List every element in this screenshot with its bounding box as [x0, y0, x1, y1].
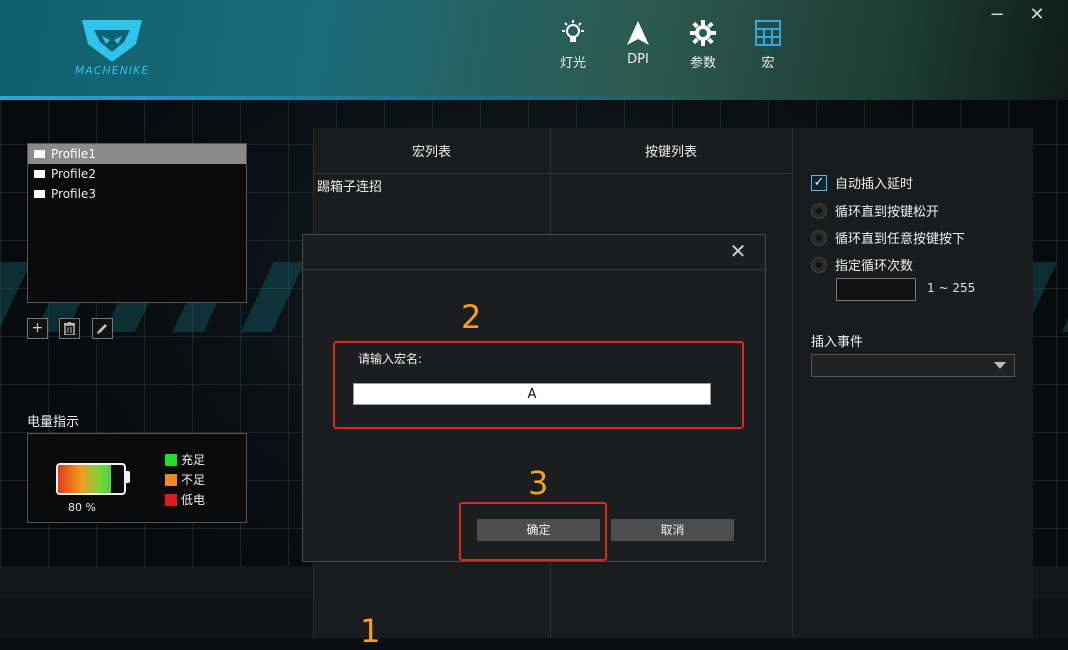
legend-critical: 低电 — [165, 491, 205, 508]
loop-until-any-key-label: 循环直到任意按键按下 — [835, 232, 966, 247]
profile-label: Profile1 — [51, 147, 96, 161]
folder-icon — [34, 190, 45, 198]
loop-until-release-radio[interactable] — [811, 202, 827, 219]
cancel-button[interactable]: 取消 — [611, 519, 734, 541]
legend-label: 低电 — [181, 493, 206, 507]
trash-icon — [64, 322, 75, 336]
battery-tip — [126, 471, 130, 483]
minimize-button[interactable]: − — [986, 4, 1008, 26]
dialog-close-button[interactable]: ✕ — [727, 240, 749, 262]
nav-parameters-label: 参数 — [689, 56, 716, 71]
auto-delay-option[interactable]: ✓ 自动插入延时 — [811, 173, 913, 192]
legend-swatch — [165, 493, 177, 506]
profile-label: Profile2 — [51, 167, 96, 181]
loop-count-label: 指定循环次数 — [835, 259, 914, 274]
loop-count-radio[interactable] — [811, 256, 827, 273]
nav-lighting[interactable]: 灯光 — [545, 20, 601, 71]
nav-macro[interactable]: 宏 — [740, 20, 796, 71]
annotation-box-3 — [459, 502, 607, 561]
annotation-box-2 — [333, 341, 744, 429]
folder-icon — [34, 150, 45, 158]
cursor-arrow-icon — [627, 21, 649, 45]
nav-dpi-label: DPI — [627, 52, 649, 67]
delete-profile-button[interactable] — [59, 318, 80, 339]
loop-until-any-key-option[interactable]: 循环直到任意按键按下 — [811, 228, 965, 247]
loop-count-range: 1 ~ 255 — [927, 281, 976, 295]
app-header — [0, 0, 1068, 100]
loop-until-release-label: 循环直到按键松开 — [835, 205, 940, 220]
legend-label: 不足 — [181, 473, 206, 487]
profile-label: Profile3 — [51, 187, 96, 201]
legend-label: 充足 — [181, 453, 206, 467]
loop-count-input[interactable] — [836, 278, 916, 301]
auto-delay-label: 自动插入延时 — [835, 177, 914, 192]
macro-list-item[interactable]: 踢箱子连招 — [317, 176, 382, 195]
dialog-header — [303, 235, 765, 270]
header-accent-line — [0, 96, 1068, 100]
insert-event-label: 插入事件 — [811, 335, 864, 350]
brand-name: MACHENIKE — [74, 64, 150, 77]
lightbulb-icon — [562, 20, 584, 42]
loop-count-option[interactable]: 指定循环次数 — [811, 255, 913, 274]
nav-macro-label: 宏 — [761, 56, 775, 71]
profile-item-1[interactable]: Profile1 — [28, 144, 246, 164]
macro-list-header: 宏列表 — [411, 145, 451, 160]
battery-percent: 80 % — [68, 501, 96, 514]
annotation-number-2: 2 — [461, 298, 482, 336]
edit-profile-button[interactable] — [92, 318, 113, 339]
loop-until-any-key-radio[interactable] — [811, 229, 827, 246]
legend-swatch — [165, 473, 177, 486]
auto-delay-checkbox[interactable]: ✓ — [811, 174, 827, 191]
legend-full: 充足 — [165, 451, 205, 468]
loop-until-release-option[interactable]: 循环直到按键松开 — [811, 201, 939, 220]
annotation-number-3: 3 — [528, 464, 549, 502]
close-window-button[interactable]: ✕ — [1026, 4, 1048, 26]
pencil-icon — [97, 324, 107, 334]
insert-event-select[interactable] — [811, 354, 1015, 377]
profile-item-3[interactable]: Profile3 — [28, 184, 246, 204]
nav-dpi[interactable]: DPI — [610, 20, 666, 67]
battery-title: 电量指示 — [27, 415, 80, 430]
chevron-down-icon — [994, 362, 1006, 369]
legend-swatch — [165, 453, 177, 466]
folder-icon — [34, 170, 45, 178]
add-profile-button[interactable]: + — [27, 318, 48, 339]
profile-item-2[interactable]: Profile2 — [28, 164, 246, 184]
header-divider — [313, 173, 791, 174]
battery-fill — [58, 465, 111, 493]
battery-icon — [56, 463, 126, 495]
grid-table-icon — [755, 20, 781, 46]
profile-list: Profile1 Profile2 Profile3 — [27, 143, 247, 303]
key-list-header: 按键列表 — [644, 145, 697, 160]
legend-low: 不足 — [165, 471, 205, 488]
nav-lighting-label: 灯光 — [559, 56, 586, 71]
battery-panel: 80 % 充足 不足 低电 — [27, 433, 247, 523]
gear-icon — [690, 20, 716, 46]
nav-parameters[interactable]: 参数 — [675, 20, 731, 71]
annotation-number-1: 1 — [360, 612, 381, 650]
